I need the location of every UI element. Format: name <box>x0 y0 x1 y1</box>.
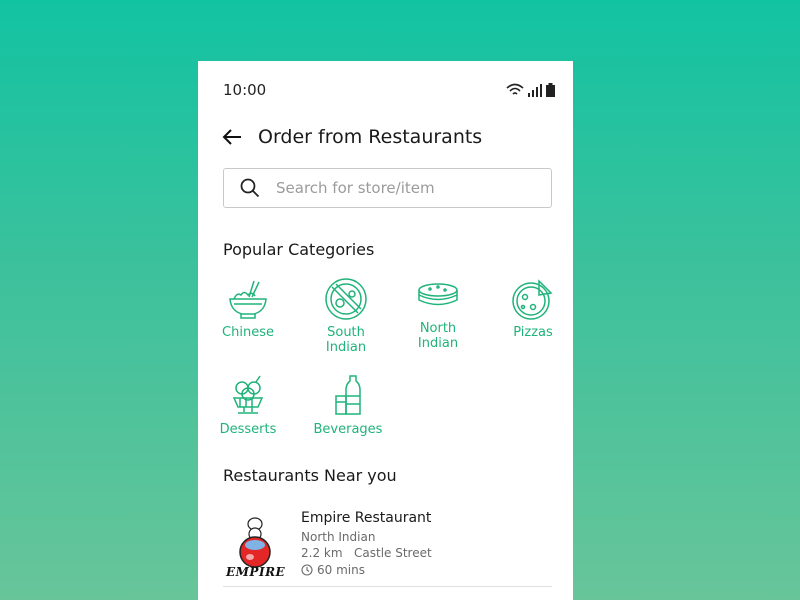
category-chinese[interactable]: Chinese <box>208 277 288 340</box>
category-label: Pizzas <box>513 325 553 340</box>
restaurant-logo: EMPIRE <box>223 512 291 582</box>
category-south-indian[interactable]: South Indian <box>306 277 386 355</box>
phone-screen: 10:00 Order from Restaurants Search for … <box>198 61 573 600</box>
roti-stack-icon <box>418 283 458 306</box>
restaurant-card[interactable]: EMPIRE Empire Restaurant North Indian 2.… <box>223 507 552 587</box>
category-label-line2: Indian <box>417 336 459 351</box>
category-label: North <box>419 321 457 336</box>
bottle-icon <box>335 375 361 415</box>
restaurant-cuisine: North Indian <box>301 530 376 544</box>
dosa-plate-icon <box>325 278 367 320</box>
category-label: Chinese <box>222 325 274 340</box>
restaurants-near-heading: Restaurants Near you <box>223 466 397 485</box>
battery-icon <box>546 83 555 97</box>
search-icon <box>240 178 260 198</box>
category-pizzas[interactable]: Pizzas <box>493 277 573 340</box>
restaurant-location: Castle Street <box>354 546 432 560</box>
restaurant-distance: 2.2 km <box>301 546 343 560</box>
search-input[interactable] <box>274 178 538 198</box>
header: Order from Restaurants <box>220 125 482 149</box>
category-beverages[interactable]: Beverages <box>308 374 388 437</box>
pizza-icon <box>512 279 553 320</box>
signal-icon <box>528 83 542 97</box>
category-label-line2: Indian <box>325 340 367 355</box>
status-bar: 10:00 <box>223 80 555 100</box>
wifi-icon <box>506 83 524 95</box>
category-label: South <box>327 325 365 340</box>
noodle-bowl-icon <box>229 280 267 319</box>
popular-categories-heading: Popular Categories <box>223 240 375 259</box>
category-label: Beverages <box>313 422 383 437</box>
status-time: 10:00 <box>223 81 267 99</box>
back-arrow-icon[interactable] <box>220 125 244 149</box>
restaurant-eta: 60 mins <box>317 563 365 577</box>
category-desserts[interactable]: Desserts <box>208 374 288 437</box>
search-bar[interactable] <box>223 168 552 208</box>
category-north-indian[interactable]: North Indian <box>398 277 478 351</box>
page-title: Order from Restaurants <box>258 126 483 148</box>
restaurant-name: Empire Restaurant <box>301 510 432 526</box>
clock-icon <box>301 564 313 576</box>
category-label: Desserts <box>219 422 277 437</box>
ice-cream-icon <box>232 375 264 414</box>
restaurant-logo-text: EMPIRE <box>226 565 286 579</box>
